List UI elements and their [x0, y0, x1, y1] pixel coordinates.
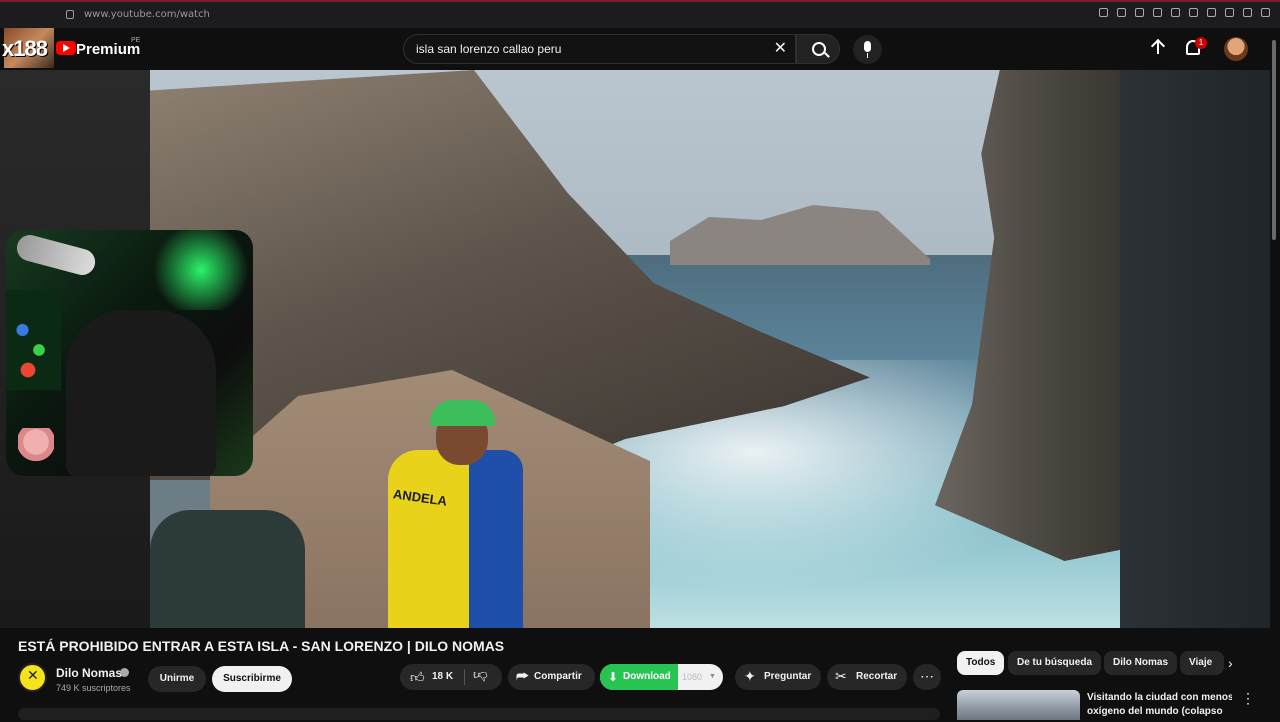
- recommended-title[interactable]: Visitando la ciudad con menos oxígeno de…: [1087, 691, 1232, 719]
- chip-all[interactable]: Todos: [957, 651, 1005, 675]
- chip-travel[interactable]: Viaje: [1180, 651, 1224, 675]
- video-title: ESTÁ PROHIBIDO ENTRAR A ESTA ISLA - SAN …: [18, 638, 505, 654]
- search-input[interactable]: isla san lorenzo callao peru ✕: [403, 34, 796, 64]
- chevron-down-icon[interactable]: ▼: [709, 664, 716, 690]
- download-button[interactable]: ⬇ Download 1080 ▼: [600, 664, 723, 690]
- zoom-icon[interactable]: [1099, 8, 1108, 17]
- heart-icon[interactable]: [1189, 8, 1198, 17]
- share-label: Compartir: [534, 671, 582, 682]
- ask-label: Preguntar: [764, 671, 812, 682]
- quality-select[interactable]: 1080: [682, 664, 702, 690]
- overlay-label: x188: [2, 36, 48, 61]
- more-actions-button[interactable]: ⋯: [913, 664, 941, 690]
- region-code: PE: [131, 37, 141, 44]
- lock-icon: [66, 10, 74, 19]
- sparkle-icon: ✦: [744, 668, 756, 684]
- recommended-title-line1: Visitando la ciudad con menos: [1087, 692, 1232, 703]
- webcam-overlay: [6, 230, 253, 476]
- clear-search-icon[interactable]: ✕: [774, 41, 787, 57]
- download-label: Download: [623, 671, 671, 682]
- notification-badge: 1: [1195, 37, 1207, 49]
- webcam-streamer: [66, 310, 216, 476]
- youtube-logo-icon[interactable]: [56, 41, 76, 55]
- video-man-shirt: [388, 450, 523, 628]
- like-divider: [464, 669, 465, 685]
- recommended-title-line2: oxígeno del mundo (colapso: [1087, 706, 1223, 717]
- channel-avatar[interactable]: [18, 663, 47, 692]
- subscribe-button[interactable]: Suscribirme: [212, 666, 292, 692]
- description-box[interactable]: [18, 708, 940, 720]
- account-icon[interactable]: [1225, 8, 1234, 17]
- screenshot-icon[interactable]: [1135, 8, 1144, 17]
- webcam-xmas-lights: [6, 290, 61, 390]
- profile-avatar[interactable]: [1224, 37, 1248, 61]
- video-man-cap: [430, 400, 495, 426]
- download-action[interactable]: ⬇ Download: [600, 664, 678, 690]
- download-manager-icon[interactable]: [1243, 8, 1252, 17]
- browser-toolbar: www.youtube.com/watch: [0, 0, 1280, 28]
- like-count: 18 K: [432, 671, 454, 682]
- page-scrollbar[interactable]: [1270, 32, 1278, 722]
- extensions-icon[interactable]: [1207, 8, 1216, 17]
- verified-icon: [120, 668, 129, 677]
- chevron-right-icon[interactable]: ›: [1228, 652, 1233, 674]
- channel-name[interactable]: Dilo Nomas: [56, 666, 122, 680]
- youtube-header: x188 Premium PE isla san lorenzo callao …: [0, 28, 1280, 70]
- chip-from-search[interactable]: De tu búsqueda: [1008, 651, 1102, 675]
- webcam-microphone: [13, 232, 99, 278]
- search-query[interactable]: isla san lorenzo callao peru: [416, 42, 561, 56]
- chip-channel[interactable]: Dilo Nomas: [1104, 651, 1178, 675]
- video-backpack: [150, 510, 305, 628]
- create-upload-icon[interactable]: [1150, 40, 1166, 58]
- address-bar[interactable]: www.youtube.com/watch: [84, 9, 210, 20]
- scissors-icon: ✂: [835, 668, 847, 684]
- pin-icon[interactable]: [1117, 8, 1126, 17]
- extension-icons: [1099, 8, 1270, 17]
- thumbs-down-icon[interactable]: 👍︎: [473, 668, 488, 684]
- vpn-icon[interactable]: [1171, 8, 1180, 17]
- clip-label: Recortar: [856, 671, 898, 682]
- subscriber-count: 749 K suscriptores: [56, 683, 131, 693]
- ambient-right: [1120, 70, 1270, 628]
- recommended-thumbnail[interactable]: [957, 690, 1080, 720]
- webcam-sticker: [18, 428, 54, 468]
- voice-search-icon[interactable]: [853, 35, 882, 64]
- join-button[interactable]: Unirme: [148, 666, 206, 692]
- share-icon: ⮫: [516, 668, 530, 684]
- video-player[interactable]: ANDELA: [150, 70, 1120, 628]
- thumbs-up-icon: 👍︎: [410, 669, 425, 685]
- recommended-menu-icon[interactable]: ⋮: [1241, 690, 1255, 707]
- shield-icon[interactable]: [1153, 8, 1162, 17]
- search-button[interactable]: [796, 34, 840, 64]
- webcam-green-light: [146, 230, 253, 310]
- download-arrow-icon: ⬇: [608, 670, 619, 684]
- menu-icon[interactable]: [1261, 8, 1270, 17]
